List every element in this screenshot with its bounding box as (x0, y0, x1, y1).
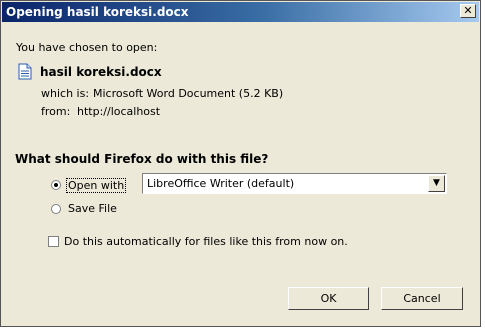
auto-action-checkbox[interactable] (48, 236, 59, 247)
open-with-label[interactable]: Open with (66, 178, 127, 193)
question-heading: What should Firefox do with this file? (15, 152, 269, 166)
ok-button[interactable]: OK (288, 287, 369, 310)
application-select[interactable]: LibreOffice Writer (default) ▼ (142, 173, 447, 194)
document-icon (18, 63, 32, 80)
close-button[interactable]: ✕ (460, 4, 476, 18)
file-type-value: Microsoft Word Document (5.2 KB) (93, 87, 284, 100)
dialog-title: Opening hasil koreksi.docx (6, 5, 189, 19)
file-name: hasil koreksi.docx (40, 65, 162, 79)
from-label: from: (41, 105, 71, 118)
save-file-label[interactable]: Save File (68, 202, 117, 215)
download-dialog: Opening hasil koreksi.docx ✕ You have ch… (0, 0, 481, 327)
close-icon: ✕ (463, 4, 473, 17)
cancel-button[interactable]: Cancel (381, 287, 463, 310)
chevron-down-icon[interactable]: ▼ (428, 175, 445, 192)
intro-text: You have chosen to open: (16, 41, 158, 54)
save-file-radio[interactable] (51, 204, 61, 214)
title-bar[interactable]: Opening hasil koreksi.docx ✕ (2, 2, 479, 22)
application-select-value: LibreOffice Writer (default) (147, 177, 295, 190)
which-is-label: which is: (41, 87, 90, 100)
auto-action-label[interactable]: Do this automatically for files like thi… (64, 235, 348, 248)
open-with-radio[interactable] (51, 180, 61, 190)
source-url: http://localhost (77, 105, 161, 118)
